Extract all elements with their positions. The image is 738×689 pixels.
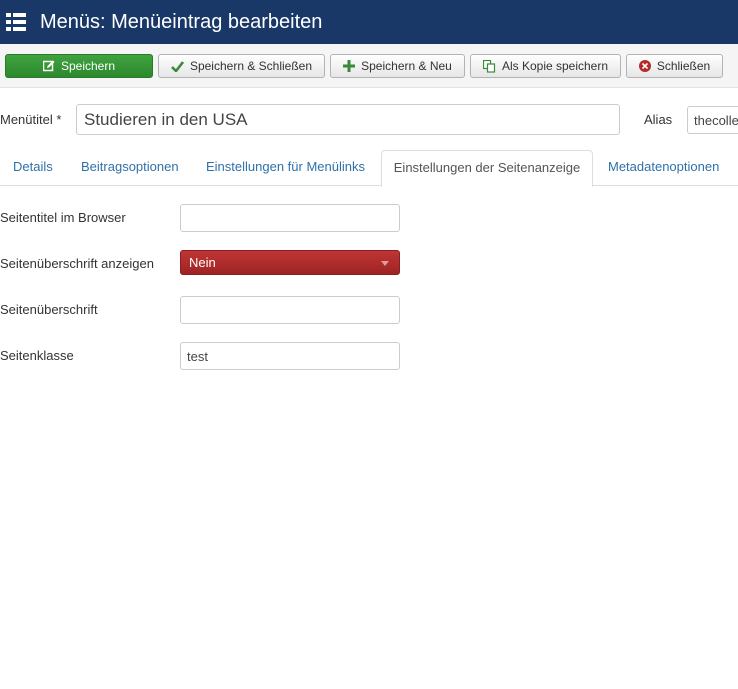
list-icon: [6, 13, 26, 31]
close-button[interactable]: Schließen: [626, 54, 723, 78]
save-new-button-label: Speichern & Neu: [361, 59, 452, 73]
tab-bar: Details Beitragsoptionen Einstellungen f…: [0, 150, 738, 187]
tab-details[interactable]: Details: [13, 150, 53, 186]
close-icon: [638, 60, 651, 72]
browser-title-label: Seitentitel im Browser: [0, 210, 126, 225]
save-close-button[interactable]: Speichern & Schließen: [158, 54, 325, 78]
edit-icon: [42, 60, 55, 72]
save-button-label: Speichern: [60, 59, 116, 73]
save-new-button[interactable]: Speichern & Neu: [330, 54, 465, 78]
save-close-button-label: Speichern & Schließen: [189, 59, 313, 73]
plus-icon: [343, 60, 356, 72]
save-copy-button[interactable]: Als Kopie speichern: [470, 54, 621, 78]
tab-metadatenoptionen[interactable]: Metadatenoptionen: [608, 150, 719, 186]
caret-down-icon: [381, 261, 389, 266]
show-heading-value: Nein: [189, 255, 216, 270]
browser-title-input[interactable]: [180, 204, 400, 232]
show-heading-select[interactable]: Nein: [180, 250, 400, 275]
toolbar: Speichern Speichern & Schließen Speicher…: [0, 44, 738, 88]
close-button-label: Schließen: [656, 59, 711, 73]
copy-icon: [482, 59, 496, 73]
alias-input[interactable]: [687, 106, 738, 134]
heading-input[interactable]: [180, 296, 400, 324]
page-class-label: Seitenklasse: [0, 348, 74, 363]
menu-title-label: Menütitel *: [0, 112, 62, 127]
show-heading-label: Seitenüberschrift anzeigen: [0, 256, 154, 271]
page-header: Menüs: Menüeintrag bearbeiten: [0, 0, 738, 44]
page-class-input[interactable]: [180, 342, 400, 370]
menu-title-input[interactable]: [76, 104, 620, 135]
tab-einstellungen-menulinks[interactable]: Einstellungen für Menülinks: [206, 150, 365, 186]
heading-label: Seitenüberschrift: [0, 302, 98, 317]
save-copy-button-label: Als Kopie speichern: [501, 59, 609, 73]
page-title: Menüs: Menüeintrag bearbeiten: [40, 10, 323, 33]
save-button[interactable]: Speichern: [5, 54, 153, 78]
tab-beitragsoptionen[interactable]: Beitragsoptionen: [81, 150, 179, 186]
check-icon: [171, 60, 184, 72]
alias-label: Alias: [644, 112, 673, 127]
tab-einstellungen-seitenanzeige[interactable]: Einstellungen der Seitenanzeige: [381, 150, 593, 187]
